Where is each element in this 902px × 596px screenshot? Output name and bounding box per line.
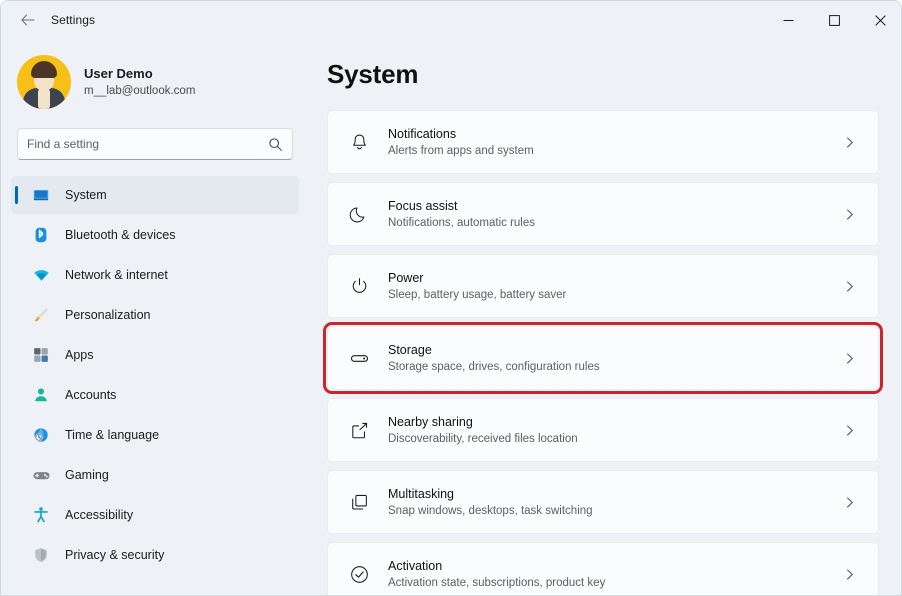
gamepad-icon (31, 465, 51, 485)
person-icon (31, 385, 51, 405)
title-bar: Settings (1, 1, 901, 39)
back-arrow-icon (21, 14, 35, 26)
user-profile[interactable]: User Demo m__lab@outlook.com (17, 55, 309, 109)
apps-grid-icon (31, 345, 51, 365)
settings-card-activation[interactable]: Activation Activation state, subscriptio… (327, 542, 879, 595)
accessibility-icon (31, 505, 51, 525)
sidebar-item-label: Apps (65, 348, 94, 362)
sidebar-item-network-internet[interactable]: Network & internet (11, 256, 299, 294)
card-subtitle: Sleep, battery usage, battery saver (388, 288, 567, 301)
card-title: Nearby sharing (388, 414, 473, 429)
main-content: System Notifications Alerts from apps an… (309, 39, 901, 595)
settings-card-multitasking[interactable]: Multitasking Snap windows, desktops, tas… (327, 470, 879, 534)
card-title: Multitasking (388, 486, 454, 501)
window-title: Settings (51, 13, 96, 27)
card-subtitle: Storage space, drives, configuration rul… (388, 360, 600, 373)
sidebar-item-label: Gaming (65, 468, 109, 482)
sidebar-item-bluetooth-devices[interactable]: Bluetooth & devices (11, 216, 299, 254)
sidebar-item-label: Network & internet (65, 268, 168, 282)
card-title: Power (388, 270, 424, 285)
search-box[interactable] (17, 128, 293, 160)
globe-clock-icon (31, 425, 51, 445)
card-title: Activation (388, 558, 443, 573)
page-title: System (327, 59, 419, 89)
close-button[interactable] (857, 1, 901, 39)
window-controls (765, 1, 901, 39)
chevron-right-icon (843, 136, 856, 149)
sidebar-item-system[interactable]: System (11, 176, 299, 214)
maximize-button[interactable] (811, 1, 857, 39)
settings-card-list: Notifications Alerts from apps and syste… (323, 110, 883, 595)
moon-icon (346, 201, 372, 227)
search-icon[interactable] (268, 137, 283, 152)
maximize-icon (828, 14, 840, 26)
sidebar-nav: System Bluetooth & devices Network & int… (1, 176, 309, 574)
chevron-right-icon (843, 352, 856, 365)
card-subtitle: Snap windows, desktops, task switching (388, 504, 593, 517)
paintbrush-icon (31, 305, 51, 325)
bell-icon (346, 129, 372, 155)
sidebar: User Demo m__lab@outlook.com Find a sett… (1, 39, 309, 595)
settings-card-power[interactable]: Power Sleep, battery usage, battery save… (327, 254, 879, 318)
sidebar-item-label: Bluetooth & devices (65, 228, 176, 242)
settings-card-nearby-sharing[interactable]: Nearby sharing Discoverability, received… (327, 398, 879, 462)
card-subtitle: Discoverability, received files location (388, 432, 578, 445)
sidebar-item-gaming[interactable]: Gaming (11, 456, 299, 494)
windows-stack-icon (346, 489, 372, 515)
drive-icon (346, 345, 372, 371)
monitor-icon (31, 185, 51, 205)
chevron-right-icon (843, 496, 856, 509)
search-input[interactable] (27, 137, 268, 151)
profile-email: m__lab@outlook.com (84, 85, 196, 97)
chevron-right-icon (843, 568, 856, 581)
minimize-button[interactable] (765, 1, 811, 39)
chevron-right-icon (843, 280, 856, 293)
bluetooth-icon (31, 225, 51, 245)
sidebar-item-label: Privacy & security (65, 548, 165, 562)
back-button[interactable] (11, 5, 45, 35)
user-avatar (17, 55, 71, 109)
profile-name: User Demo (84, 66, 153, 81)
sidebar-item-label: Time & language (65, 428, 160, 442)
minimize-icon (783, 19, 793, 21)
sidebar-item-label: System (65, 188, 107, 202)
close-icon (874, 14, 886, 26)
card-subtitle: Notifications, automatic rules (388, 216, 536, 229)
sidebar-item-personalization[interactable]: Personalization (11, 296, 299, 334)
sidebar-item-label: Accessibility (65, 508, 134, 522)
card-title: Notifications (388, 126, 457, 141)
sidebar-item-label: Accounts (65, 388, 117, 402)
sidebar-item-apps[interactable]: Apps (11, 336, 299, 374)
selection-indicator (15, 186, 18, 204)
chevron-right-icon (843, 424, 856, 437)
sidebar-item-time-language[interactable]: Time & language (11, 416, 299, 454)
check-circle-icon (346, 561, 372, 587)
chevron-right-icon (843, 208, 856, 221)
settings-card-storage[interactable]: Storage Storage space, drives, configura… (323, 322, 883, 394)
sidebar-item-accessibility[interactable]: Accessibility (11, 496, 299, 534)
card-subtitle: Alerts from apps and system (388, 144, 534, 157)
settings-card-focus-assist[interactable]: Focus assist Notifications, automatic ru… (327, 182, 879, 246)
settings-window: Settings User Demo m__lab@outlook.com Fi… (0, 0, 902, 596)
card-subtitle: Activation state, subscriptions, product… (388, 576, 606, 589)
sidebar-item-privacy-security[interactable]: Privacy & security (11, 536, 299, 574)
sidebar-item-label: Personalization (65, 308, 151, 322)
shield-icon (31, 545, 51, 565)
share-icon (346, 417, 372, 443)
wifi-icon (31, 265, 51, 285)
sidebar-item-accounts[interactable]: Accounts (11, 376, 299, 414)
card-title: Storage (388, 342, 432, 357)
settings-card-notifications[interactable]: Notifications Alerts from apps and syste… (327, 110, 879, 174)
power-icon (346, 273, 372, 299)
card-title: Focus assist (388, 198, 458, 213)
